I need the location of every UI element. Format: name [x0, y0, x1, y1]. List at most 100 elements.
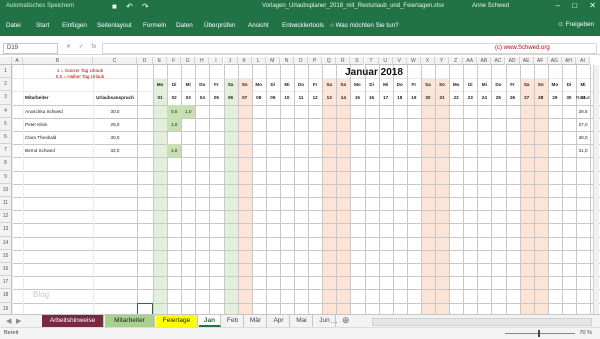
row-header-10[interactable]: 10	[0, 183, 12, 197]
formula-input[interactable]: (c) www.Schwed.org	[102, 43, 597, 54]
sheet-tab-jan[interactable]: Jan	[199, 315, 221, 327]
sheet-tab-mär[interactable]: Mär	[245, 315, 267, 327]
column-header-aa[interactable]: AA	[463, 57, 478, 65]
row-header-3[interactable]: 3	[0, 91, 12, 105]
column-header-r[interactable]: R	[336, 57, 351, 65]
redo-icon[interactable]: ↷	[142, 2, 149, 11]
column-header-ac[interactable]: AC	[491, 57, 506, 65]
share-button[interactable]: ☺ Freigeben	[557, 21, 594, 28]
row-header-5[interactable]: 5	[0, 117, 12, 131]
row-header-12[interactable]: 12	[0, 210, 12, 224]
sheet-tab-feiertage[interactable]: Feiertage	[156, 315, 198, 327]
column-header-y[interactable]: Y	[435, 57, 450, 65]
add-sheet-icon[interactable]: ⊕	[342, 315, 350, 326]
column-header-c[interactable]: C	[93, 57, 137, 65]
column-header-j[interactable]: J	[223, 57, 238, 65]
user-name[interactable]: Anne Schwed	[472, 3, 509, 9]
zoom-slider[interactable]	[505, 333, 575, 334]
row-header-11[interactable]: 11	[0, 197, 12, 211]
column-header-h[interactable]: H	[195, 57, 210, 65]
column-header-d[interactable]: D	[137, 57, 153, 65]
fx-icon[interactable]: fx	[91, 44, 96, 50]
column-header-af[interactable]: AF	[533, 57, 548, 65]
column-header-p[interactable]: P	[308, 57, 323, 65]
row-header-2[interactable]: 2	[0, 78, 12, 92]
employee-entitlement[interactable]: 32,0	[93, 148, 137, 153]
employee-entitlement[interactable]: 30,0	[93, 135, 137, 140]
column-header-x[interactable]: X	[420, 57, 435, 65]
maximize-icon[interactable]: □	[572, 1, 577, 10]
tab-ansicht[interactable]: Ansicht	[248, 22, 269, 29]
sheet-tab-arbeitshinweise[interactable]: Arbeitshinweise	[42, 315, 104, 327]
column-header-ab[interactable]: AB	[477, 57, 492, 65]
column-header-s[interactable]: S	[350, 57, 365, 65]
column-header-f[interactable]: F	[167, 57, 182, 65]
minimize-icon[interactable]: –	[556, 1, 560, 10]
column-header-n[interactable]: N	[279, 57, 294, 65]
column-header-a[interactable]: A	[12, 57, 23, 65]
column-header-v[interactable]: V	[392, 57, 407, 65]
horizontal-scrollbar[interactable]	[372, 318, 592, 326]
row-header-4[interactable]: 4	[0, 104, 12, 118]
column-header-ad[interactable]: AD	[505, 57, 520, 65]
scroll-right-icon[interactable]: ▶	[16, 317, 21, 325]
row-header-17[interactable]: 17	[0, 276, 12, 290]
vacation-entry[interactable]: 1,0	[167, 117, 182, 131]
sheet-tab-feb[interactable]: Feb	[222, 315, 244, 327]
employee-rest[interactable]: 28,5	[576, 109, 590, 114]
row-header-1[interactable]: 1	[0, 65, 12, 79]
column-header-e[interactable]: E	[153, 57, 168, 65]
tab-datei[interactable]: Datei	[6, 22, 21, 29]
sheet-tab-apr[interactable]: Apr	[268, 315, 290, 327]
select-all-corner[interactable]	[0, 57, 12, 65]
undo-icon[interactable]: ↶	[126, 2, 133, 11]
column-header-u[interactable]: U	[378, 57, 393, 65]
row-header-18[interactable]: 18	[0, 289, 12, 303]
autosave-toggle[interactable]: Automatisches Speichern	[6, 3, 74, 9]
column-header-b[interactable]: B	[23, 57, 93, 65]
row-header-15[interactable]: 15	[0, 249, 12, 263]
row-header-7[interactable]: 7	[0, 144, 12, 158]
column-header-l[interactable]: L	[251, 57, 266, 65]
employee-name[interactable]: Bernd Schwed	[25, 148, 95, 153]
column-header-i[interactable]: I	[209, 57, 224, 65]
employee-entitlement[interactable]: 30,0	[93, 109, 137, 114]
column-header-q[interactable]: Q	[322, 57, 337, 65]
column-header-k[interactable]: K	[237, 57, 252, 65]
tell-me-search[interactable]: ○ Was möchten Sie tun?	[330, 22, 399, 29]
enter-icon[interactable]: ✓	[79, 44, 84, 50]
row-header-6[interactable]: 6	[0, 131, 12, 145]
tab-seitenlayout[interactable]: Seitenlayout	[97, 22, 132, 29]
column-header-o[interactable]: O	[294, 57, 309, 65]
cancel-icon[interactable]: ✕	[66, 44, 71, 50]
column-header-ai[interactable]: AI	[576, 57, 591, 65]
close-icon[interactable]: ✕	[589, 1, 596, 10]
column-header-ag[interactable]: AG	[547, 57, 562, 65]
save-icon[interactable]: ■	[112, 2, 117, 11]
column-header-g[interactable]: G	[181, 57, 196, 65]
column-header-m[interactable]: M	[265, 57, 280, 65]
zoom-level[interactable]: 70 %	[579, 330, 592, 336]
tab-formeln[interactable]: Formeln	[143, 22, 166, 29]
column-header-ae[interactable]: AE	[519, 57, 534, 65]
sheet-tab-mai[interactable]: Mai	[291, 315, 313, 327]
row-header-16[interactable]: 16	[0, 263, 12, 277]
employee-rest[interactable]: 30,0	[576, 135, 590, 140]
more-sheets-icon[interactable]: …	[330, 316, 338, 325]
zoom-slider-knob[interactable]	[538, 330, 540, 337]
tab-ueberpruefen[interactable]: Überprüfen	[204, 22, 236, 29]
scroll-left-icon[interactable]: ◀	[6, 317, 11, 325]
tab-entwicklertools[interactable]: Entwicklertools	[282, 22, 324, 29]
employee-name[interactable]: Peter Klein	[25, 122, 95, 127]
employee-rest[interactable]: 31,0	[576, 148, 590, 153]
row-header-14[interactable]: 14	[0, 236, 12, 250]
employee-entitlement[interactable]: 28,0	[93, 122, 137, 127]
column-header-z[interactable]: Z	[449, 57, 464, 65]
row-header-8[interactable]: 8	[0, 157, 12, 171]
tab-daten[interactable]: Daten	[176, 22, 193, 29]
vacation-entry[interactable]: 1,0	[167, 144, 182, 158]
vacation-entry[interactable]: 0,5	[167, 104, 182, 118]
employee-name[interactable]: Clara Theobald	[25, 135, 95, 140]
vertical-scrollbar[interactable]	[593, 65, 599, 315]
sheet-tab-mitarbeiter[interactable]: Mitarbeiter	[105, 315, 155, 327]
